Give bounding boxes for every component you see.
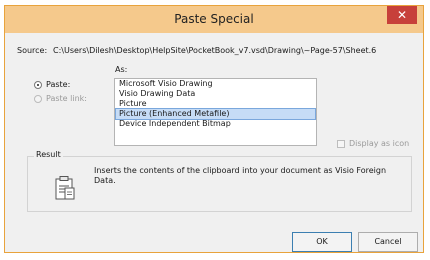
ok-button[interactable]: OK [292,232,352,252]
close-button[interactable]: ✕ [387,6,417,24]
paste-label: Paste: [46,80,71,89]
title-bar: Paste Special ✕ [5,6,423,33]
paste-radio[interactable] [34,80,42,89]
format-item-selected[interactable]: Picture (Enhanced Metafile) [115,108,316,120]
paste-link-option[interactable]: Paste link: [34,94,87,103]
format-listbox[interactable]: Microsoft Visio Drawing Visio Drawing Da… [114,78,317,146]
display-as-icon-checkbox[interactable] [337,139,345,148]
result-description: Inserts the contents of the clipboard in… [94,166,387,185]
as-label: As: [115,65,128,74]
format-item[interactable]: Device Independent Bitmap [116,119,315,129]
clipboard-icon [54,175,76,201]
paste-link-label: Paste link: [46,94,87,103]
paste-link-radio[interactable] [34,94,42,103]
dialog-title: Paste Special [174,12,254,26]
cancel-button[interactable]: Cancel [358,232,418,252]
display-as-icon-label: Display as icon [349,139,410,148]
result-group: Inserts the contents of the clipboard in… [27,156,412,212]
format-item[interactable]: Visio Drawing Data [116,89,315,99]
paste-option[interactable]: Paste: [34,80,70,89]
source-label: Source: [17,46,48,55]
source-path: C:\Users\Dilesh\Desktop\HelpSite\PocketB… [53,46,377,55]
paste-special-dialog: Paste Special ✕ Source: C:\Users\Dilesh\… [4,5,424,253]
format-item[interactable]: Microsoft Visio Drawing [116,79,315,89]
display-as-icon-option[interactable]: Display as icon [337,139,409,148]
result-label: Result [34,150,63,159]
format-item[interactable]: Picture [116,99,315,109]
close-icon: ✕ [396,8,408,22]
